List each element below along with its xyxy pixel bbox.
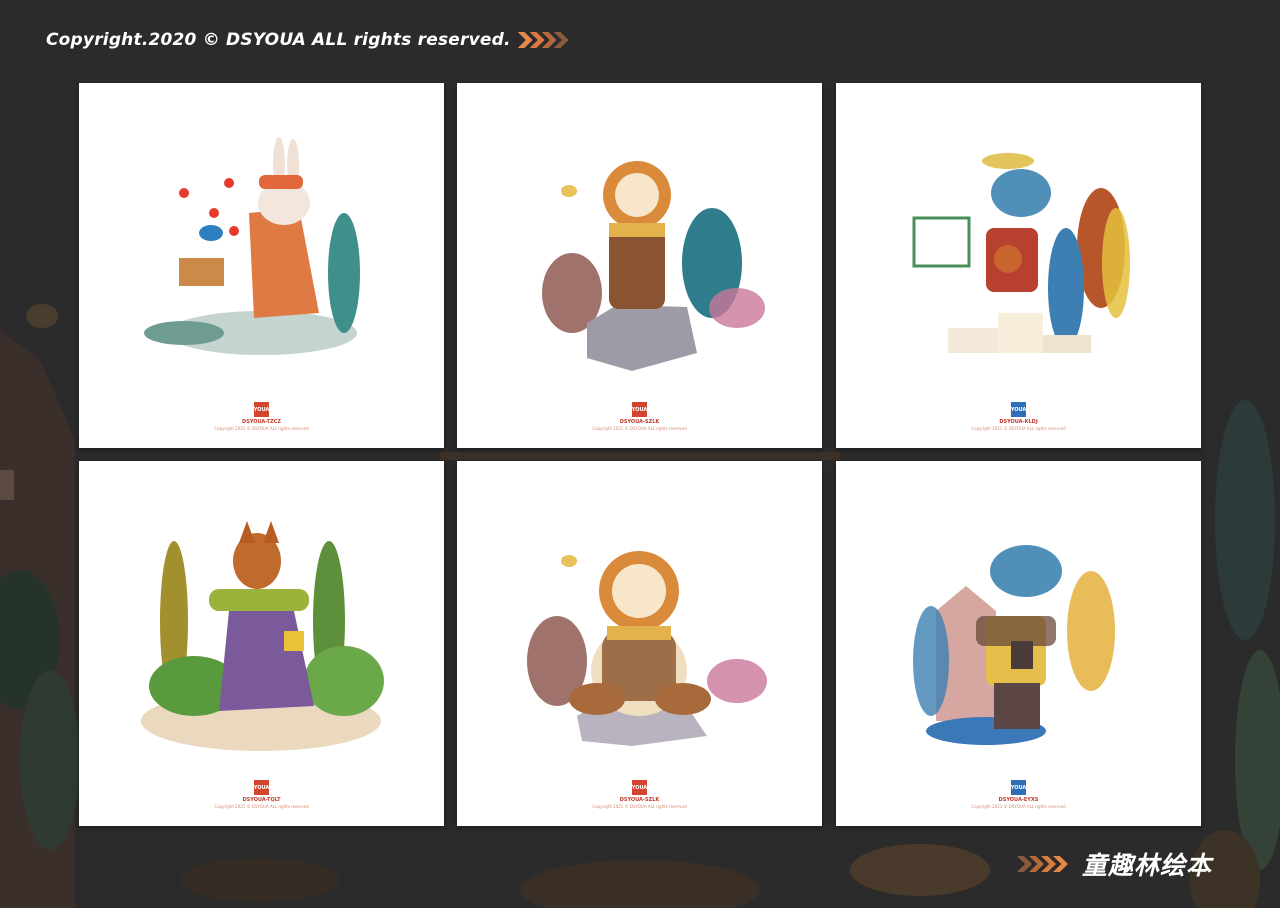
youa-badge: YOUA — [632, 780, 647, 795]
illustration-card-rabbit[interactable]: YOUA DSYOUA-TZCZ Copyright 2021 © DSYOUA… — [79, 83, 444, 448]
card-rights: Copyright 2021 © DSYOUA ALL rights reser… — [971, 804, 1066, 809]
dinosaur-reading-illustration — [913, 545, 1115, 745]
card-rights: Copyright 2021 © DSYOUA ALL rights reser… — [592, 804, 687, 809]
header-chevrons-icon — [517, 32, 569, 48]
youa-badge: YOUA — [254, 780, 269, 795]
card-code: DSYOUA-SZLK — [619, 419, 660, 425]
illustration-card-lion-sitting[interactable]: YOUA DSYOUA-SZLK Copyright 2021 © DSYOUA… — [457, 461, 822, 826]
youa-badge: YOUA — [1011, 402, 1026, 417]
fox-illustration — [141, 521, 384, 751]
youa-badge: YOUA — [254, 402, 269, 417]
card-code: DSYOUA-KLDJ — [999, 419, 1038, 425]
card-rights: Copyright 2021 © DSYOUA ALL rights reser… — [592, 426, 687, 431]
card-code: DSYOUA-TZCZ — [242, 419, 281, 425]
illustration-card-dinosaur[interactable]: YOUA DSYOUA-KLDJ Copyright 2021 © DSYOUA… — [836, 83, 1201, 448]
youa-badge: YOUA — [632, 402, 647, 417]
copyright-header: Copyright.2020 © DSYOUA ALL rights reser… — [46, 30, 569, 50]
chevron-right-icon — [1016, 856, 1032, 872]
dinosaur-illustration — [912, 153, 1130, 353]
illustration-card-lion[interactable]: YOUA DSYOUA-SZLK Copyright 2021 © DSYOUA… — [457, 83, 822, 448]
illustration-card-dinosaur-reading[interactable]: YOUA DSYOUA-EYXS Copyright 2021 © DSYOUA… — [836, 461, 1201, 826]
card-code: DSYOUA-TQLT — [242, 797, 281, 803]
card-code: DSYOUA-EYXS — [998, 797, 1039, 803]
youa-badge: YOUA — [1011, 780, 1026, 795]
footer-title-bar: 童趣林绘本 — [1016, 846, 1212, 882]
rabbit-illustration — [144, 137, 360, 355]
illustration-card-fox[interactable]: YOUA DSYOUA-TQLT Copyright 2021 © DSYOUA… — [79, 461, 444, 826]
lion-sitting-illustration — [527, 551, 767, 746]
footer-chevrons-icon — [1016, 856, 1068, 872]
card-code: DSYOUA-SZLK — [619, 797, 660, 803]
chevron-right-icon — [517, 32, 533, 48]
copyright-text: Copyright.2020 © DSYOUA ALL rights reser… — [46, 30, 511, 50]
card-rights: Copyright 2021 © DSYOUA ALL rights reser… — [214, 426, 309, 431]
lion-illustration — [542, 161, 765, 371]
card-rights: Copyright 2021 © DSYOUA ALL rights reser… — [971, 426, 1066, 431]
card-rights: Copyright 2021 © DSYOUA ALL rights reser… — [214, 804, 309, 809]
footer-title: 童趣林绘本 — [1081, 851, 1212, 880]
